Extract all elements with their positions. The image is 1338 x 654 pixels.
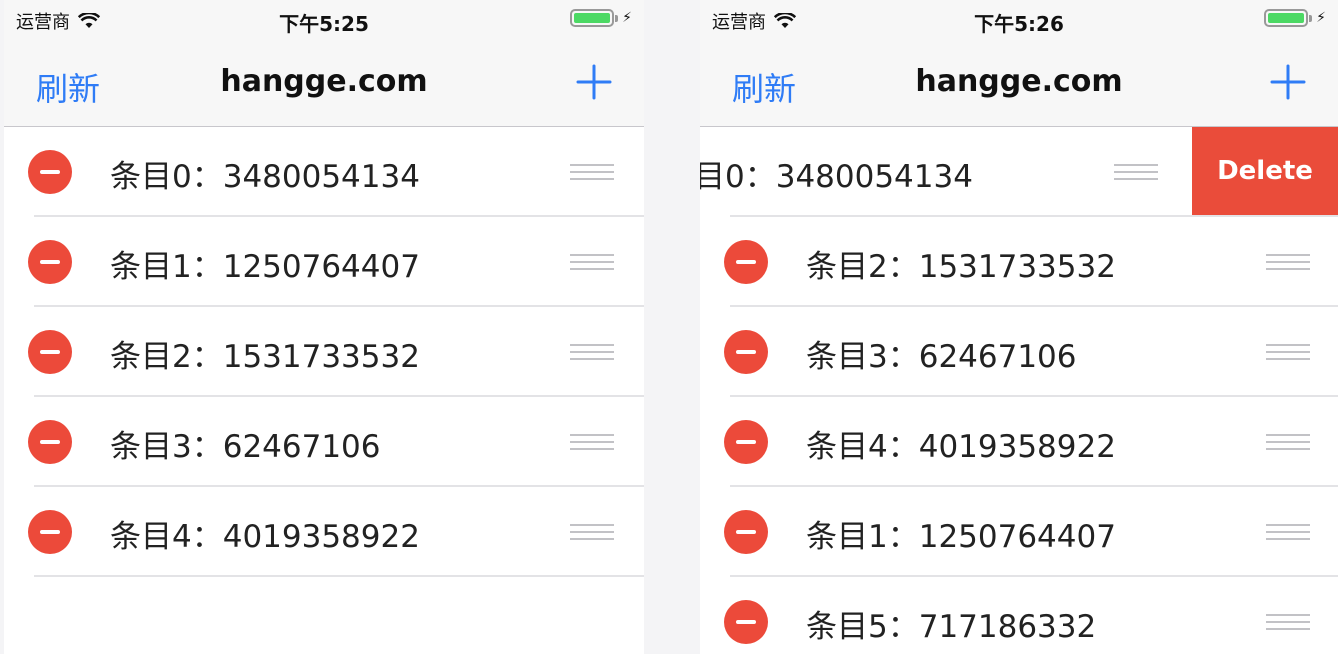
row-label: 条目4：4019358922 (806, 429, 1116, 465)
table-list: 条目0：3480054134 条目1：1250764407 条目2：153173… (4, 127, 644, 577)
reorder-handle-icon[interactable] (570, 524, 614, 540)
row-label: 条目2：1531733532 (110, 339, 420, 375)
phone-screen-left: 运营商 下午5:25 ⚡ 刷新 hangge.com 条目0：348005413… (4, 0, 644, 654)
navigation-bar: 刷新 hangge.com (4, 40, 644, 127)
table-row[interactable]: 条目5：717186332 (700, 577, 1338, 654)
row-label: 目0：3480054134 (700, 159, 973, 195)
delete-control-icon[interactable] (724, 240, 768, 284)
row-label: 条目3：62467106 (806, 339, 1077, 375)
reorder-handle-icon[interactable] (1266, 524, 1310, 540)
table-row[interactable]: 条目4：4019358922 (700, 397, 1338, 487)
row-label: 条目1：1250764407 (110, 249, 420, 285)
delete-control-icon[interactable] (724, 510, 768, 554)
nav-title: hangge.com (915, 64, 1123, 99)
table-row[interactable]: 条目2：1531733532 (4, 307, 644, 397)
battery-icon: ⚡ (1264, 9, 1326, 27)
row-label: 条目4：4019358922 (110, 519, 420, 555)
delete-control-icon[interactable] (28, 420, 72, 464)
table-row[interactable]: 条目1：1250764407 (700, 487, 1338, 577)
phone-screen-right: 运营商 下午5:26 ⚡ 刷新 hangge.com 目0：3480054134… (700, 0, 1338, 654)
table-list: 目0：3480054134 Delete 条目2：1531733532 条目3：… (700, 127, 1338, 654)
reorder-handle-icon[interactable] (570, 434, 614, 450)
table-row[interactable]: 条目1：1250764407 (4, 217, 644, 307)
reorder-handle-icon[interactable] (1114, 164, 1158, 180)
reorder-handle-icon[interactable] (570, 344, 614, 360)
delete-control-icon[interactable] (28, 510, 72, 554)
delete-control-icon[interactable] (724, 420, 768, 464)
reorder-handle-icon[interactable] (1266, 434, 1310, 450)
reorder-handle-icon[interactable] (1266, 344, 1310, 360)
battery-icon: ⚡ (570, 9, 632, 27)
plus-icon (576, 64, 612, 100)
table-row-swiped[interactable]: 目0：3480054134 Delete (700, 127, 1338, 217)
row-label: 条目3：62467106 (110, 429, 381, 465)
charging-icon: ⚡ (1316, 10, 1326, 26)
delete-control-icon[interactable] (28, 330, 72, 374)
table-row[interactable]: 条目2：1531733532 (700, 217, 1338, 307)
status-time: 下午5:26 (974, 12, 1064, 36)
reorder-handle-icon[interactable] (570, 254, 614, 270)
nav-title: hangge.com (220, 64, 428, 99)
table-row[interactable]: 条目0：3480054134 (4, 127, 644, 217)
table-row[interactable]: 条目4：4019358922 (4, 487, 644, 577)
reorder-handle-icon[interactable] (1266, 254, 1310, 270)
delete-control-icon[interactable] (724, 600, 768, 644)
navigation-bar: 刷新 hangge.com (700, 40, 1338, 127)
row-label: 条目0：3480054134 (110, 159, 420, 195)
reorder-handle-icon[interactable] (1266, 614, 1310, 630)
delete-control-icon[interactable] (28, 240, 72, 284)
delete-control-icon[interactable] (724, 330, 768, 374)
plus-icon (1270, 64, 1306, 100)
delete-control-icon[interactable] (28, 150, 72, 194)
delete-button[interactable]: Delete (1192, 127, 1338, 215)
row-label: 条目2：1531733532 (806, 249, 1116, 285)
reorder-handle-icon[interactable] (570, 164, 614, 180)
status-bar: 运营商 下午5:26 ⚡ (700, 0, 1338, 40)
charging-icon: ⚡ (622, 10, 632, 26)
row-label: 条目1：1250764407 (806, 519, 1116, 555)
add-button[interactable] (1270, 64, 1306, 100)
table-row[interactable]: 条目3：62467106 (4, 397, 644, 487)
table-row[interactable]: 条目3：62467106 (700, 307, 1338, 397)
status-time: 下午5:25 (279, 12, 369, 36)
add-button[interactable] (576, 64, 612, 100)
status-bar: 运营商 下午5:25 ⚡ (4, 0, 644, 40)
row-label: 条目5：717186332 (806, 609, 1097, 645)
